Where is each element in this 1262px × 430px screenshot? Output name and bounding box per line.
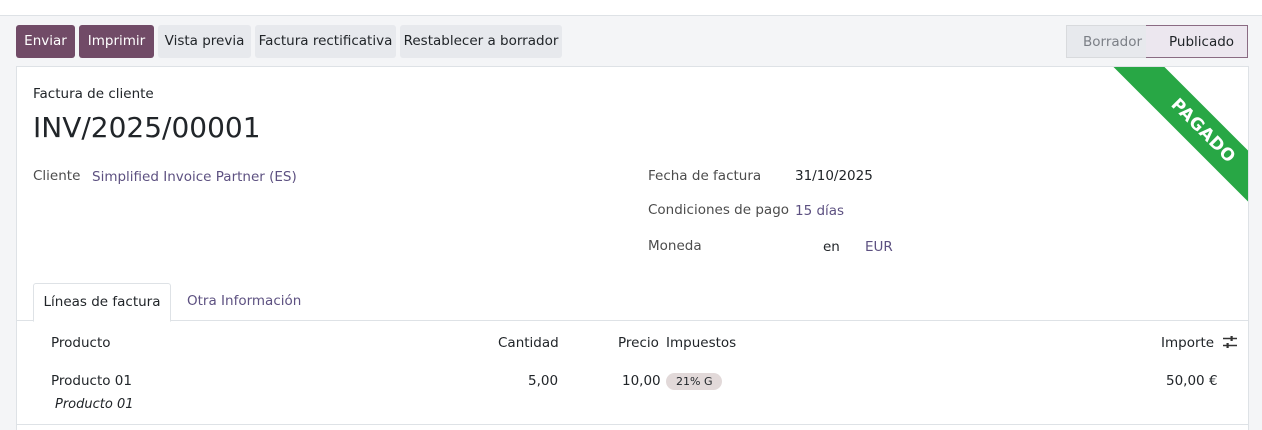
document-type-label: Factura de cliente [33,86,154,102]
status-bar: Borrador Publicado [1066,25,1248,58]
stage-draft[interactable]: Borrador [1066,25,1158,58]
reset-to-draft-button[interactable]: Restablecer a borrador [400,25,562,58]
optional-columns-icon[interactable] [1222,334,1238,350]
line-product-link[interactable]: Producto 01 [51,373,132,389]
tab-other-info[interactable]: Otra Información [187,283,301,322]
credit-note-button[interactable]: Factura rectificativa [255,25,396,58]
currency-field[interactable]: EUR [865,239,893,255]
line-quantity[interactable]: 5,00 [528,373,558,389]
column-header-quantity[interactable]: Cantidad [498,335,559,351]
currency-label: Moneda [648,238,702,254]
column-header-product[interactable]: Producto [51,335,111,351]
column-header-taxes[interactable]: Impuestos [666,335,736,351]
invoice-date-label: Fecha de factura [648,168,762,184]
line-amount: 50,00 € [1166,373,1218,389]
invoice-form-sheet: PAGADO Factura de cliente INV/2025/00001… [16,66,1249,430]
invoice-number: INV/2025/00001 [33,111,261,144]
column-header-amount[interactable]: Importe [1161,335,1214,351]
currency-language-tag: en [823,239,840,255]
top-navbar-edge [0,0,1262,16]
print-button[interactable]: Imprimir [79,25,154,58]
customer-label: Cliente [33,168,81,184]
line-description: Producto 01 [55,397,134,412]
column-header-price[interactable]: Precio [618,335,659,351]
send-button[interactable]: Enviar [16,25,75,58]
row-divider [17,424,1248,425]
line-price[interactable]: 10,00 [622,373,661,389]
paid-ribbon-label: PAGADO [1108,67,1248,217]
preview-button[interactable]: Vista previa [158,25,251,58]
payment-terms-field[interactable]: 15 días [795,203,844,219]
stage-posted[interactable]: Publicado [1146,25,1248,58]
payment-terms-label: Condiciones de pago [648,202,790,218]
tab-invoice-lines[interactable]: Líneas de factura [33,283,171,322]
customer-field[interactable]: Simplified Invoice Partner (ES) [92,169,297,185]
invoice-date-field[interactable]: 31/10/2025 [795,168,873,184]
notebook-tabs: Líneas de factura Otra Información [17,283,1248,322]
tax-tag[interactable]: 21% G [666,373,723,390]
paid-ribbon: PAGADO [1098,67,1248,217]
